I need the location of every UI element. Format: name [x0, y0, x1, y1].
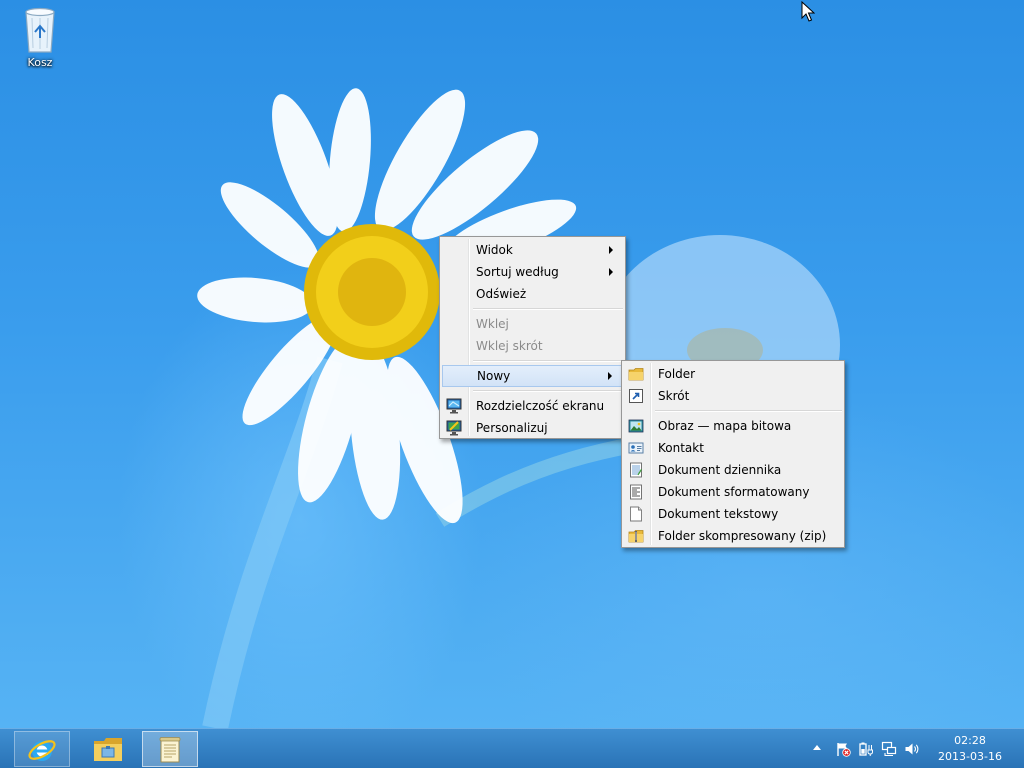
- submenu-arrow-icon: [609, 268, 613, 276]
- menu-item-paste-label: Wklej: [476, 317, 509, 331]
- new-submenu: Folder Skrót Obraz — mapa bitowa Kontakt…: [621, 360, 845, 548]
- recycle-bin-shortcut[interactable]: Kosz: [14, 6, 66, 69]
- rich-text-document-icon: [630, 484, 642, 500]
- desktop[interactable]: Kosz Widok Sortuj według Odśwież Wklej W…: [0, 0, 1024, 728]
- recycle-bin-icon: [25, 7, 55, 53]
- contact-card-icon: [628, 442, 644, 454]
- submenu-item-journal-label: Dokument dziennika: [658, 463, 782, 477]
- menu-item-refresh-label: Odśwież: [476, 287, 527, 301]
- menu-separator: [473, 308, 623, 310]
- submenu-item-rtf-label: Dokument sformatowany: [658, 485, 810, 499]
- clock-date: 2013-03-16: [938, 750, 1002, 763]
- submenu-item-shortcut-label: Skrót: [658, 389, 690, 403]
- submenu-item-zip[interactable]: Folder skompresowany (zip): [624, 525, 842, 547]
- menu-item-new-label: Nowy: [477, 369, 511, 383]
- recycle-bin-label: Kosz: [27, 56, 53, 69]
- menu-item-refresh[interactable]: Odśwież: [442, 283, 623, 305]
- menu-item-view[interactable]: Widok: [442, 239, 623, 261]
- menu-separator: [473, 360, 623, 362]
- shortcut-icon: [629, 389, 643, 403]
- submenu-item-shortcut[interactable]: Skrót: [624, 385, 842, 407]
- menu-item-paste-shortcut-label: Wklej skrót: [476, 339, 543, 353]
- menu-item-personalize-label: Personalizuj: [476, 421, 548, 435]
- clock-time: 02:28: [954, 734, 986, 747]
- menu-item-screen-resolution-label: Rozdzielczość ekranu: [476, 399, 605, 413]
- speaker-icon[interactable]: [904, 741, 920, 757]
- menu-item-paste-shortcut: Wklej skrót: [442, 335, 623, 357]
- submenu-item-bitmap[interactable]: Obraz — mapa bitowa: [624, 415, 842, 437]
- menu-separator: [473, 390, 623, 392]
- menu-item-new[interactable]: Nowy: [442, 365, 623, 387]
- submenu-item-folder[interactable]: Folder: [624, 363, 842, 385]
- screen-resolution-icon: [446, 398, 462, 414]
- desktop-context-menu: Widok Sortuj według Odśwież Wklej Wklej …: [439, 236, 626, 439]
- submenu-item-zip-label: Folder skompresowany (zip): [658, 529, 827, 543]
- taskbar-notepad[interactable]: [142, 731, 198, 767]
- network-icon[interactable]: [881, 741, 897, 757]
- power-icon[interactable]: [858, 741, 874, 757]
- bitmap-image-icon: [628, 419, 644, 433]
- internet-explorer-icon: [28, 740, 56, 761]
- zip-folder-icon: [628, 530, 644, 543]
- mouse-pointer-icon: [801, 1, 815, 22]
- text-document-icon: [630, 506, 642, 522]
- taskbar-clock[interactable]: 02:28 2013-03-16: [930, 733, 1010, 765]
- menu-item-view-label: Widok: [476, 243, 513, 257]
- menu-separator: [655, 410, 842, 412]
- submenu-item-text-label: Dokument tekstowy: [658, 507, 779, 521]
- menu-item-sort-by[interactable]: Sortuj według: [442, 261, 623, 283]
- personalize-icon: [446, 420, 462, 436]
- submenu-item-text[interactable]: Dokument tekstowy: [624, 503, 842, 525]
- menu-item-screen-resolution[interactable]: Rozdzielczość ekranu: [442, 395, 623, 417]
- submenu-item-journal[interactable]: Dokument dziennika: [624, 459, 842, 481]
- submenu-arrow-icon: [609, 246, 613, 254]
- file-explorer-icon: [94, 738, 122, 761]
- menu-item-sort-by-label: Sortuj według: [476, 265, 559, 279]
- folder-icon: [628, 368, 644, 381]
- show-hidden-icons-chevron-icon[interactable]: [813, 745, 821, 750]
- submenu-item-contact[interactable]: Kontakt: [624, 437, 842, 459]
- notepad-icon: [159, 737, 181, 763]
- submenu-item-bitmap-label: Obraz — mapa bitowa: [658, 419, 792, 433]
- submenu-item-contact-label: Kontakt: [658, 441, 704, 455]
- taskbar-file-explorer[interactable]: [80, 731, 136, 767]
- submenu-arrow-icon: [608, 372, 612, 380]
- action-center-flag-icon[interactable]: [835, 741, 851, 757]
- submenu-item-folder-label: Folder: [658, 367, 696, 381]
- taskbar-internet-explorer[interactable]: [14, 731, 70, 767]
- submenu-item-rtf[interactable]: Dokument sformatowany: [624, 481, 842, 503]
- menu-item-personalize[interactable]: Personalizuj: [442, 417, 623, 439]
- menu-item-paste: Wklej: [442, 313, 623, 335]
- taskbar: 02:28 2013-03-16: [0, 728, 1024, 768]
- journal-document-icon: [630, 462, 642, 478]
